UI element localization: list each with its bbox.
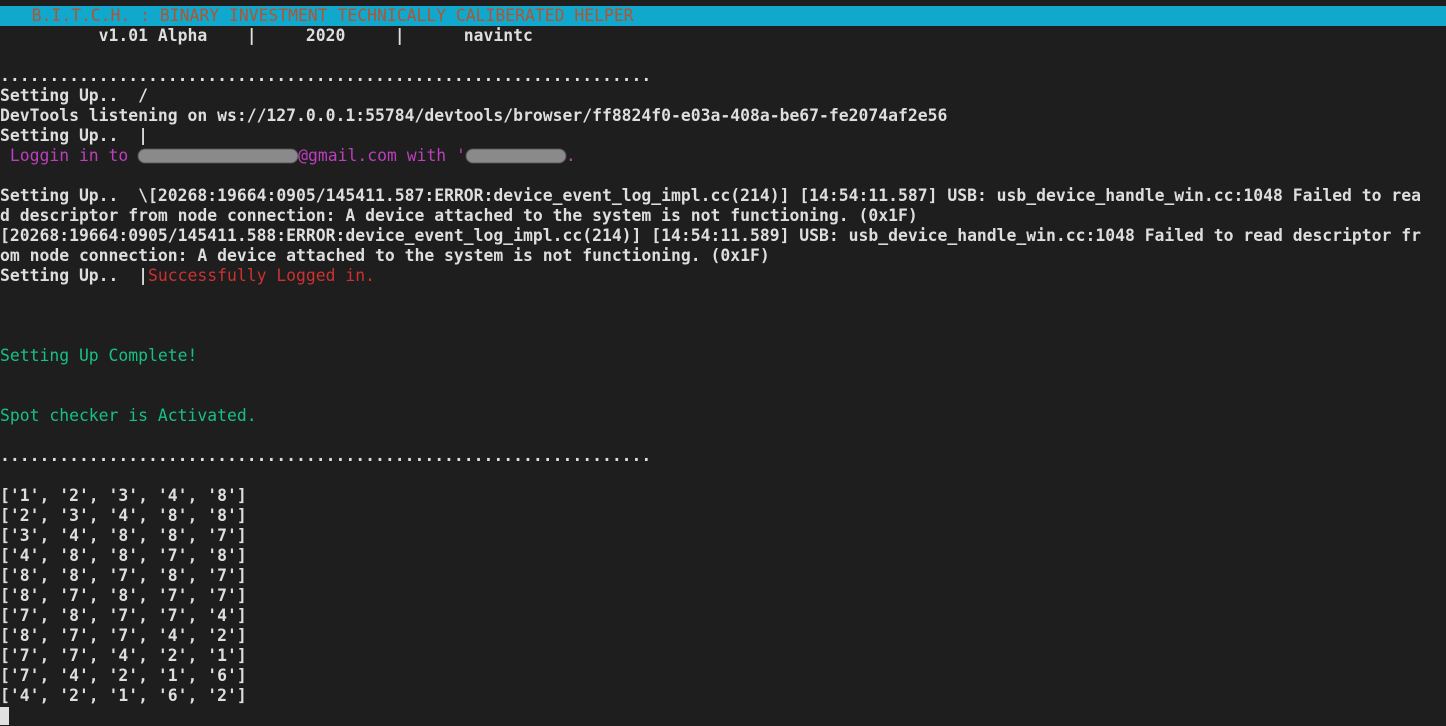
redacted-password xyxy=(465,149,566,163)
spot-checker-message: Spot checker is Activated. xyxy=(0,406,257,425)
sequence-row: ['8', '8', '7', '8', '7'] xyxy=(0,566,247,585)
terminal-output: B.I.T.C.H. : BINARY INVESTMENT TECHNICAL… xyxy=(0,6,1446,726)
login-line: Loggin in to @gmail.com with '. xyxy=(0,146,1446,166)
setup-status-line: Setting Up.. / xyxy=(0,86,149,105)
sequence-row: ['4', '2', '1', '6', '2'] xyxy=(0,686,247,705)
sequence-row: ['7', '8', '7', '7', '4'] xyxy=(0,606,247,625)
sequence-row: ['2', '3', '4', '8', '8'] xyxy=(0,506,247,525)
error-line-continued: om node connection: A device attached to… xyxy=(0,246,770,265)
setup-complete-message: Setting Up Complete! xyxy=(0,346,198,365)
setup-status-line: Setting Up.. | xyxy=(0,126,149,145)
devtools-line: DevTools listening on ws://127.0.0.1:557… xyxy=(0,106,948,125)
redacted-email xyxy=(138,149,299,163)
error-line-continued: d descriptor from node connection: A dev… xyxy=(0,206,918,225)
error-line: [20268:19664:0905/145411.588:ERROR:devic… xyxy=(0,226,1421,245)
error-text: [20268:19664:0905/145411.587:ERROR:devic… xyxy=(148,186,1422,205)
setup-status-prefix: Setting Up.. | xyxy=(0,266,149,285)
logged-in-message: Successfully Logged in. xyxy=(148,266,375,285)
separator-bottom: ........................................… xyxy=(0,446,652,465)
login-end: . xyxy=(565,146,576,165)
setup-status-prefix: Setting Up.. \ xyxy=(0,186,149,205)
sequence-row: ['7', '4', '2', '1', '6'] xyxy=(0,666,247,685)
separator-top: ........................................… xyxy=(0,66,652,85)
sequence-row: ['1', '2', '3', '4', '8'] xyxy=(0,486,247,505)
prompt-line[interactable] xyxy=(0,706,1446,726)
app-title-banner: B.I.T.C.H. : BINARY INVESTMENT TECHNICAL… xyxy=(0,6,1446,26)
sequence-row: ['3', '4', '8', '8', '7'] xyxy=(0,526,247,545)
error-line: Setting Up.. \[20268:19664:0905/145411.5… xyxy=(0,186,1446,206)
sequence-row: ['8', '7', '7', '4', '2'] xyxy=(0,626,247,645)
login-email-suffix: @gmail.com with ' xyxy=(298,146,466,165)
login-prefix: Loggin in to xyxy=(0,146,139,165)
version-line: v1.01 Alpha | 2020 | navintc xyxy=(0,26,533,45)
logged-in-line: Setting Up.. |Successfully Logged in. xyxy=(0,266,1446,286)
sequence-row: ['7', '7', '4', '2', '1'] xyxy=(0,646,247,665)
sequence-row: ['4', '8', '8', '7', '8'] xyxy=(0,546,247,565)
sequence-row: ['8', '7', '8', '7', '7'] xyxy=(0,586,247,605)
text-cursor[interactable] xyxy=(0,707,9,725)
